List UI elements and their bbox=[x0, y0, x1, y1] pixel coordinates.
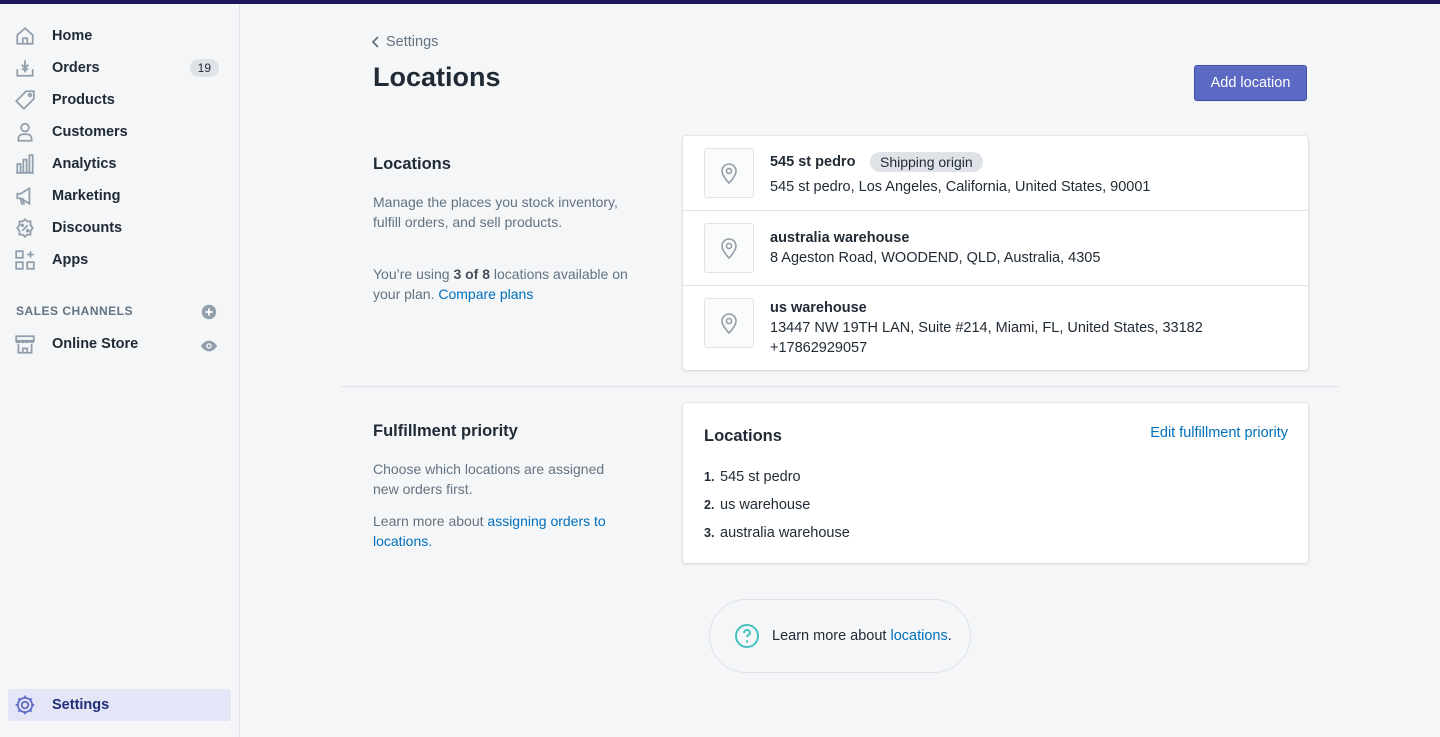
location-thumbnail bbox=[704, 148, 754, 198]
location-phone: +17862929057 bbox=[770, 340, 868, 356]
priority-number: 1. bbox=[704, 470, 715, 484]
fulfillment-section-title: Fulfillment priority bbox=[373, 422, 518, 440]
location-thumbnail bbox=[704, 298, 754, 348]
priority-number: 2. bbox=[704, 498, 715, 512]
sidebar-item-analytics[interactable]: Analytics bbox=[8, 149, 231, 179]
sidebar-item-label: Orders bbox=[52, 60, 100, 76]
fulfillment-card-title: Locations bbox=[704, 427, 782, 445]
fulfillment-learn-text: Learn more about assigning orders to loc… bbox=[373, 511, 633, 551]
person-icon bbox=[17, 122, 33, 142]
locations-section-title: Locations bbox=[373, 155, 451, 173]
home-icon bbox=[16, 27, 34, 45]
map-pin-icon bbox=[721, 163, 737, 184]
location-name: 545 st pedro bbox=[770, 154, 856, 170]
sidebar-item-settings[interactable]: Settings bbox=[8, 689, 231, 721]
breadcrumb-settings[interactable]: Settings bbox=[370, 34, 438, 50]
locations-card: 545 st pedro Shipping origin 545 st pedr… bbox=[683, 136, 1308, 370]
apps-icon bbox=[15, 250, 35, 270]
sidebar-item-label: Products bbox=[52, 92, 115, 108]
priority-item: 2. us warehouse bbox=[704, 497, 810, 513]
sales-channels-heading: SALES CHANNELS bbox=[16, 304, 134, 318]
priority-item: 3. australia warehouse bbox=[704, 525, 850, 541]
learn-suffix: . bbox=[428, 533, 433, 549]
bar-chart-icon bbox=[16, 154, 34, 174]
locations-section-description: Manage the places you stock inventory, f… bbox=[373, 194, 618, 230]
sidebar-item-products[interactable]: Products bbox=[8, 85, 231, 115]
sidebar-item-label: Home bbox=[52, 28, 93, 44]
location-row[interactable]: us warehouse 13447 NW 19TH LAN, Suite #2… bbox=[683, 286, 1308, 370]
sidebar-item-label: Online Store bbox=[52, 336, 139, 352]
sidebar-item-label: Settings bbox=[52, 697, 110, 713]
location-address: 13447 NW 19TH LAN, Suite #214, Miami, FL… bbox=[770, 320, 1203, 336]
gear-icon bbox=[15, 695, 35, 715]
sidebar-item-apps[interactable]: Apps bbox=[8, 245, 231, 275]
sidebar-item-label: Marketing bbox=[52, 188, 121, 204]
fulfillment-priority-card: Locations Edit fulfillment priority 1. 5… bbox=[683, 403, 1308, 563]
help-prefix: Learn more about bbox=[772, 628, 887, 644]
add-location-button[interactable]: Add location bbox=[1194, 65, 1307, 101]
sidebar-item-label: Apps bbox=[52, 252, 89, 268]
orders-icon bbox=[16, 60, 34, 77]
tag-icon bbox=[14, 90, 35, 111]
store-icon bbox=[15, 335, 35, 354]
breadcrumb-label: Settings bbox=[386, 34, 439, 50]
location-thumbnail bbox=[704, 223, 754, 273]
priority-location-name: australia warehouse bbox=[720, 525, 850, 541]
page-title: Locations bbox=[373, 62, 501, 92]
fulfillment-section-description: Choose which locations are assigned new … bbox=[373, 461, 605, 497]
section-divider bbox=[341, 386, 1339, 387]
map-pin-icon bbox=[721, 313, 737, 334]
sidebar-item-label: Customers bbox=[52, 124, 128, 140]
orders-count-badge: 19 bbox=[189, 59, 219, 77]
compare-plans-link[interactable]: Compare plans bbox=[438, 286, 533, 302]
help-footer: Learn more about locations. bbox=[709, 599, 971, 673]
location-address: 8 Ageston Road, WOODEND, QLD, Australia,… bbox=[770, 250, 1101, 266]
location-row[interactable]: 545 st pedro Shipping origin 545 st pedr… bbox=[683, 136, 1308, 211]
sidebar-item-discounts[interactable]: Discounts bbox=[8, 213, 231, 243]
location-address: 545 st pedro, Los Angeles, California, U… bbox=[770, 179, 1151, 195]
question-circle-icon bbox=[735, 624, 759, 648]
priority-number: 3. bbox=[704, 526, 715, 540]
priority-item: 1. 545 st pedro bbox=[704, 469, 801, 485]
sidebar-item-label: Discounts bbox=[52, 220, 123, 236]
usage-count: 3 of 8 bbox=[453, 266, 491, 282]
edit-fulfillment-priority-link[interactable]: Edit fulfillment priority bbox=[1150, 425, 1288, 441]
discount-icon bbox=[16, 217, 34, 239]
location-name: us warehouse bbox=[770, 300, 867, 316]
map-pin-icon bbox=[721, 238, 737, 259]
sidebar-item-marketing[interactable]: Marketing bbox=[8, 181, 231, 211]
priority-location-name: 545 st pedro bbox=[720, 469, 801, 485]
priority-location-name: us warehouse bbox=[720, 497, 811, 513]
sidebar: Home Orders 19 Products Customers Analyt… bbox=[0, 4, 240, 737]
location-row[interactable]: australia warehouse 8 Ageston Road, WOOD… bbox=[683, 211, 1308, 286]
usage-prefix: You’re using bbox=[373, 266, 454, 282]
sidebar-item-label: Analytics bbox=[52, 156, 117, 172]
sidebar-item-orders[interactable]: Orders 19 bbox=[8, 53, 231, 83]
eye-icon[interactable] bbox=[200, 337, 218, 355]
help-suffix: . bbox=[947, 628, 952, 644]
chevron-left-icon bbox=[371, 36, 379, 48]
learn-prefix: Learn more about bbox=[373, 513, 488, 529]
sidebar-item-home[interactable]: Home bbox=[8, 21, 231, 51]
shipping-origin-badge: Shipping origin bbox=[870, 152, 983, 172]
locations-help-link[interactable]: locations bbox=[890, 628, 947, 644]
add-sales-channel-icon[interactable] bbox=[200, 303, 218, 321]
sidebar-item-customers[interactable]: Customers bbox=[8, 117, 231, 147]
megaphone-icon bbox=[16, 186, 31, 206]
locations-usage-text: You’re using 3 of 8 locations available … bbox=[373, 264, 633, 304]
location-name: australia warehouse bbox=[770, 230, 910, 246]
sidebar-item-online-store[interactable]: Online Store bbox=[8, 329, 231, 359]
